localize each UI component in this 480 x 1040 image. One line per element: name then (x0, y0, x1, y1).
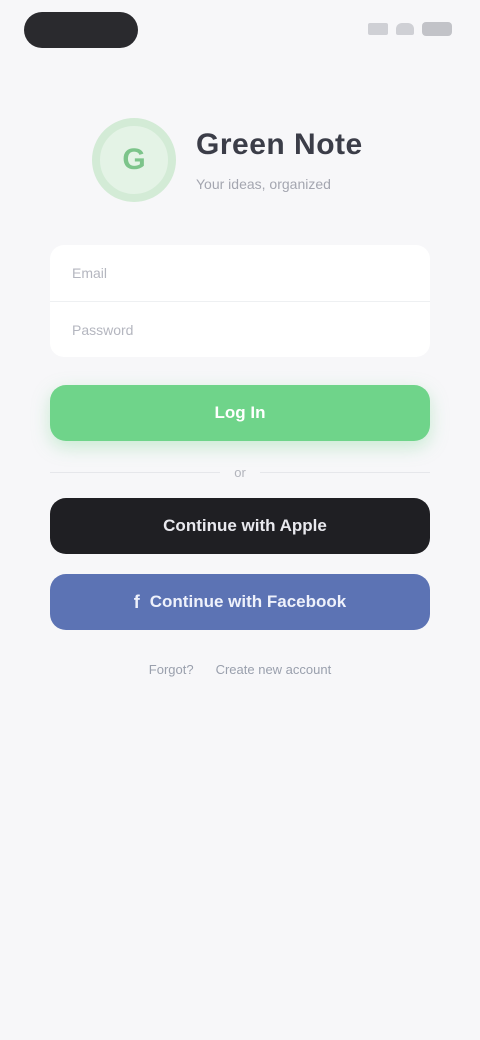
password-input[interactable] (148, 302, 430, 357)
or-label: or (234, 464, 246, 480)
facebook-icon: f (133, 591, 140, 612)
email-input[interactable] (148, 245, 430, 301)
or-divider: or (50, 462, 430, 482)
divider-line (259, 471, 430, 473)
wifi-icon (396, 23, 414, 35)
dynamic-island (24, 12, 138, 48)
create-account-link[interactable]: Create new account (216, 662, 332, 686)
app-tagline: Your ideas, organized (196, 176, 331, 192)
login-card: Email Password (50, 245, 430, 357)
facebook-signin-button[interactable]: f Continue with Facebook (50, 574, 430, 630)
facebook-signin-label: Continue with Facebook (149, 592, 347, 611)
login-button[interactable]: Log In (50, 385, 430, 441)
signal-icon (368, 23, 388, 35)
email-label: Email (72, 265, 108, 281)
brand-text: Green Note Your ideas, organized (196, 128, 363, 192)
divider-line (50, 471, 221, 473)
status-bar (0, 0, 480, 60)
apple-signin-button[interactable]: Continue with Apple (50, 498, 430, 554)
email-field: Email (50, 245, 430, 301)
status-icons (368, 22, 452, 36)
brand-header: G Green Note Your ideas, organized (92, 112, 400, 208)
logo-mark: G (122, 143, 146, 176)
app-name: Green Note (196, 128, 363, 161)
password-field: Password (50, 301, 430, 357)
apple-signin-label: Continue with Apple (163, 516, 327, 535)
battery-icon (422, 22, 452, 36)
footer-links: Forgot? Create new account (0, 662, 480, 686)
password-label: Password (72, 321, 134, 338)
app-logo: G (92, 118, 176, 202)
forgot-password-link[interactable]: Forgot? (149, 662, 194, 686)
